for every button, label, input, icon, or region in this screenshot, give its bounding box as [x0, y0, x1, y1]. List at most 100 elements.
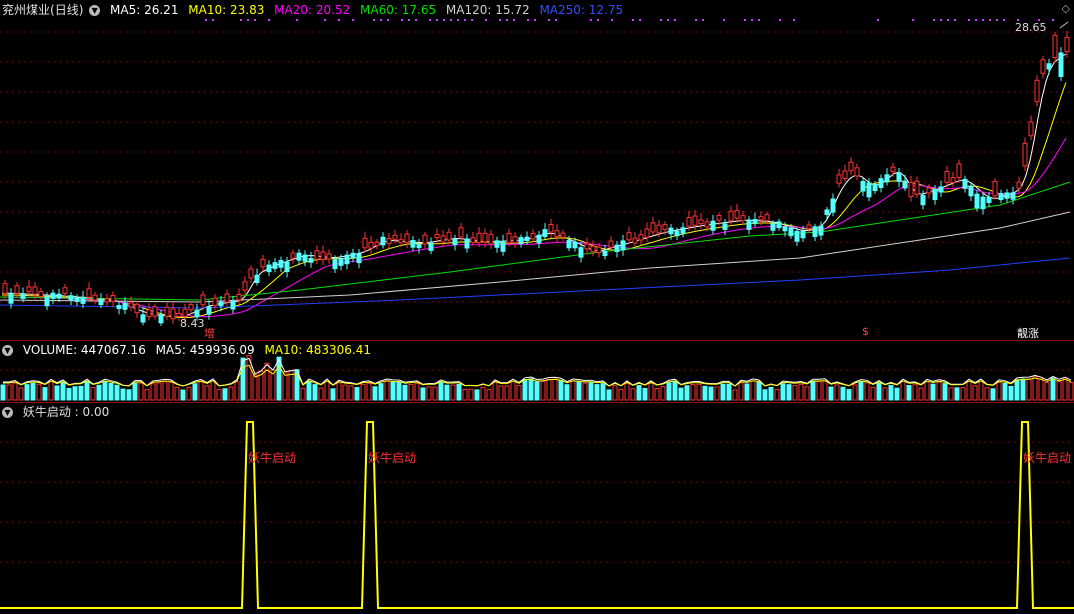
candle-body — [650, 222, 656, 233]
volume-bar — [642, 387, 648, 401]
candle-body — [602, 250, 608, 257]
candlestick-chart[interactable] — [0, 0, 1074, 340]
candle-body — [434, 234, 440, 239]
volume-bar — [924, 381, 930, 401]
signal-dot — [793, 19, 795, 21]
volume-bar — [906, 384, 912, 401]
candle-body — [998, 193, 1004, 201]
candle-body — [614, 244, 620, 253]
candle-body — [758, 216, 764, 221]
candle-body — [254, 274, 260, 283]
volume-header: ▼ VOLUME: 447067.16 MA5: 459936.09 MA10:… — [2, 342, 377, 358]
volume-bar — [744, 383, 750, 401]
candle-body — [686, 216, 692, 227]
volume-bar — [876, 382, 882, 401]
candle-body — [284, 261, 290, 273]
candle-body — [944, 171, 950, 183]
signal-dot — [443, 19, 445, 21]
candle-body — [908, 182, 914, 198]
candle-body — [554, 230, 560, 238]
signal-dot — [338, 19, 340, 21]
candle-body — [176, 312, 182, 317]
volume-bar — [198, 381, 204, 401]
candle-body — [626, 232, 632, 241]
volume-bar — [564, 384, 570, 401]
candle-body — [98, 298, 104, 305]
candle-body — [722, 223, 728, 230]
volume-bar — [936, 381, 942, 401]
volume-bar — [738, 382, 744, 401]
volume-bar — [990, 388, 996, 401]
signal-dot — [947, 19, 949, 21]
volume-bar — [18, 387, 24, 401]
signal-dot — [254, 19, 256, 21]
volume-bar — [984, 387, 990, 401]
volume-bar — [900, 380, 906, 401]
volume-bar — [138, 382, 144, 401]
volume-bar — [630, 388, 636, 401]
volume-panel[interactable]: ▼ VOLUME: 447067.16 MA5: 459936.09 MA10:… — [0, 340, 1074, 402]
candle-body — [344, 254, 350, 265]
candle-body — [1046, 63, 1052, 70]
candle-body — [470, 237, 476, 244]
indicator-panel[interactable]: 妖牛启动 妖牛启动 妖牛启动 ▼ 妖牛启动 : 0.00 — [0, 402, 1074, 614]
candle-body — [680, 227, 686, 234]
low-price-label: 8.43 — [180, 317, 205, 330]
volume-bar — [252, 374, 258, 401]
signal-dot — [464, 19, 466, 21]
candle-body — [80, 296, 86, 304]
volume-bar — [570, 380, 576, 401]
candle-body — [800, 230, 806, 239]
candle-body — [386, 238, 392, 244]
chevron-down-icon[interactable]: ▼ — [2, 345, 13, 356]
candle-body — [662, 224, 668, 230]
candle-body — [350, 252, 356, 259]
signal-dot — [380, 19, 382, 21]
candle-body — [746, 219, 752, 230]
volume-bar — [150, 383, 156, 401]
volume-bar — [726, 383, 732, 401]
candle-body — [92, 294, 98, 301]
candle-body — [986, 196, 992, 203]
candle-body — [398, 239, 404, 244]
signal-dot — [744, 19, 746, 21]
volume-bar — [708, 386, 714, 401]
signal-dot — [373, 19, 375, 21]
ma10-label: MA10: 23.83 — [188, 3, 265, 17]
volume-bar — [396, 381, 402, 401]
marker-jz: 靓涨 — [1017, 327, 1039, 340]
indicator-chart[interactable]: 妖牛启动 妖牛启动 妖牛启动 — [0, 402, 1074, 614]
signal-dot — [674, 19, 676, 21]
chevron-down-icon[interactable]: ▼ — [89, 5, 101, 16]
volume-bar — [660, 386, 666, 401]
volume-bar — [912, 384, 918, 401]
candle-body — [512, 236, 518, 244]
candle-body — [620, 240, 626, 251]
volume-bar — [390, 381, 396, 401]
signal-dot — [940, 19, 942, 21]
candle-body — [530, 233, 536, 240]
chevron-down-icon[interactable]: ▼ — [2, 407, 13, 418]
candle-body — [572, 241, 578, 249]
volume-bar — [36, 383, 42, 401]
volume-bar — [438, 381, 444, 401]
expand-icon[interactable]: ◇ — [1062, 2, 1070, 15]
volume-bar — [870, 386, 876, 401]
volume-bar — [96, 384, 102, 401]
candle-body — [314, 250, 320, 260]
volume-label: VOLUME: 447067.16 — [22, 343, 146, 357]
candle-body — [920, 194, 926, 206]
volume-bar — [162, 381, 168, 401]
volume-bar — [780, 383, 786, 401]
volume-bar — [84, 380, 90, 401]
candle-body — [674, 230, 680, 237]
candle-body — [914, 180, 920, 195]
volume-bar — [468, 388, 474, 401]
price-panel[interactable]: 兖州煤业(日线) ▼ MA5: 26.21 MA10: 23.83 MA20: … — [0, 0, 1074, 340]
signal-label: 妖牛启动 — [1023, 450, 1071, 465]
signal-dot — [933, 19, 935, 21]
ma20-line — [2, 137, 1067, 318]
volume-bar — [516, 385, 522, 401]
volume-bar — [960, 387, 966, 401]
volume-bar — [696, 383, 702, 401]
